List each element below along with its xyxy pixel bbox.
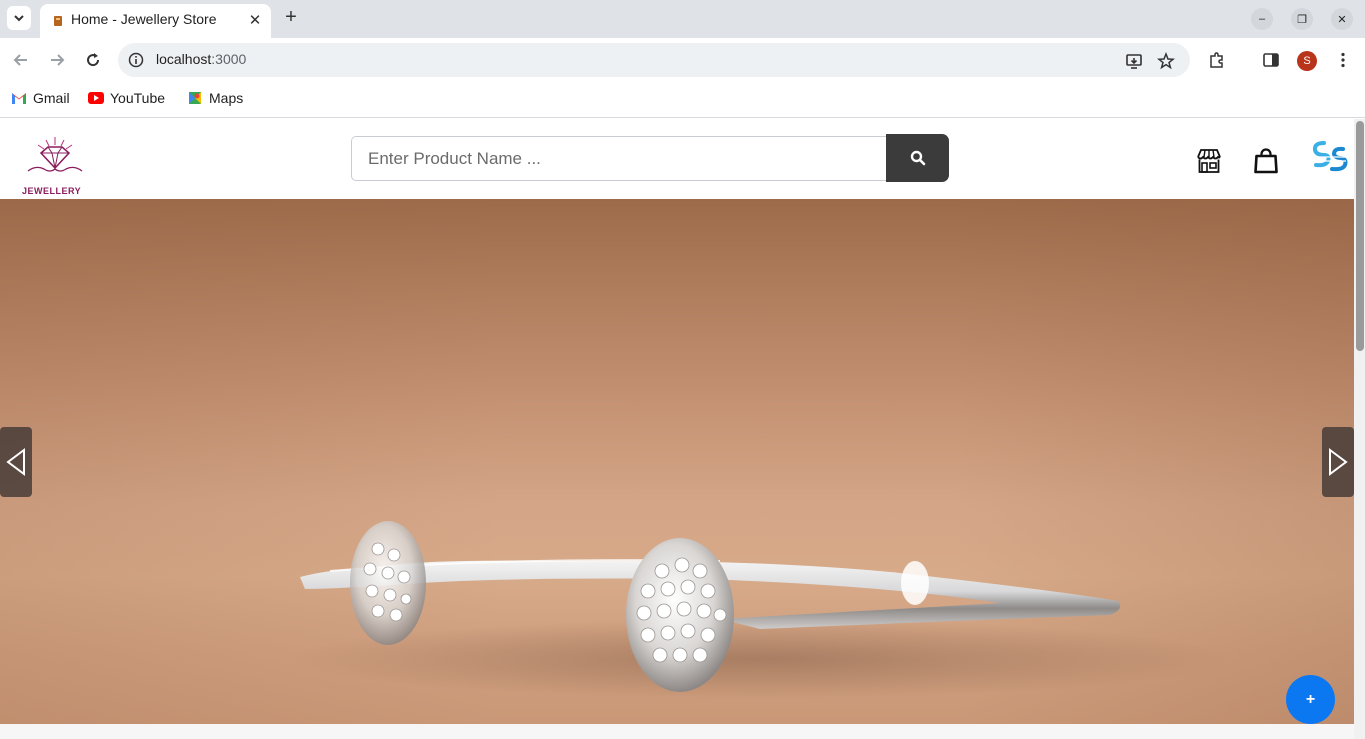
bookmark-maps[interactable]: Maps bbox=[187, 90, 243, 106]
reload-button[interactable] bbox=[83, 50, 103, 70]
diamond-logo-icon bbox=[27, 137, 83, 172]
logo-text: JEWELLERY bbox=[22, 186, 82, 196]
tab-title: Home - Jewellery Store bbox=[71, 11, 217, 27]
site-info-icon[interactable] bbox=[128, 52, 144, 68]
forward-button[interactable] bbox=[47, 50, 67, 70]
carousel-next-button[interactable] bbox=[1322, 427, 1354, 497]
install-app-button[interactable] bbox=[1125, 52, 1143, 70]
side-panel-icon bbox=[1263, 53, 1279, 67]
browser-tab[interactable]: Home - Jewellery Store ✕ bbox=[40, 4, 271, 38]
star-icon bbox=[1157, 52, 1175, 70]
page-below-hero bbox=[0, 724, 1354, 739]
chevron-right-icon bbox=[1329, 448, 1348, 476]
page-scrollbar[interactable] bbox=[1354, 119, 1365, 739]
close-window-button[interactable]: ✕ bbox=[1331, 8, 1353, 30]
search-button[interactable] bbox=[886, 134, 949, 182]
hero-carousel bbox=[0, 199, 1354, 724]
restore-button[interactable]: ❐ bbox=[1291, 8, 1313, 30]
extensions-button[interactable] bbox=[1207, 50, 1227, 70]
search-icon bbox=[910, 150, 925, 166]
profile-avatar[interactable]: S bbox=[1297, 51, 1317, 71]
url-text: localhost:3000 bbox=[156, 51, 246, 67]
arrow-right-icon bbox=[51, 54, 65, 66]
tab-close-button[interactable]: ✕ bbox=[246, 11, 264, 29]
minimize-button[interactable]: – bbox=[1251, 8, 1273, 30]
install-app-icon bbox=[1126, 54, 1142, 69]
brand-logo-icon[interactable] bbox=[1310, 139, 1350, 175]
browser-tab-bar: Home - Jewellery Store ✕ + – ❐ ✕ bbox=[0, 0, 1365, 38]
scrollbar-thumb[interactable] bbox=[1356, 121, 1364, 351]
bookmark-label: Maps bbox=[209, 90, 244, 106]
more-vertical-icon bbox=[1341, 52, 1345, 68]
address-bar[interactable]: localhost:3000 bbox=[118, 43, 1190, 77]
gmail-icon bbox=[12, 93, 26, 104]
chevron-left-icon bbox=[6, 448, 25, 476]
product-search-input[interactable] bbox=[351, 136, 889, 181]
tab-list-button[interactable] bbox=[7, 6, 31, 30]
puzzle-icon bbox=[1210, 52, 1223, 68]
site-header: JEWELLERY bbox=[0, 119, 1354, 199]
store-logo[interactable]: JEWELLERY bbox=[8, 135, 102, 199]
side-panel-button[interactable] bbox=[1261, 50, 1281, 70]
bookmark-gmail[interactable]: Gmail bbox=[11, 90, 70, 106]
chevron-down-icon bbox=[14, 15, 24, 22]
arrow-left-icon bbox=[13, 54, 27, 66]
carousel-prev-button[interactable] bbox=[0, 427, 32, 497]
browser-menu-button[interactable] bbox=[1333, 50, 1353, 70]
cart-button[interactable] bbox=[1252, 147, 1280, 175]
shopping-bag-icon bbox=[1254, 148, 1278, 174]
store-icon bbox=[1197, 149, 1221, 173]
youtube-icon bbox=[88, 92, 104, 104]
store-button[interactable] bbox=[1195, 147, 1223, 175]
favicon-icon bbox=[54, 16, 62, 26]
browser-toolbar: localhost:3000 bbox=[0, 38, 1365, 82]
bookmarks-bar: Gmail YouTube Maps bbox=[0, 82, 1365, 118]
page-content: JEWELLERY Enter Product Name ... + bbox=[0, 119, 1354, 739]
reload-icon bbox=[87, 53, 100, 67]
back-button[interactable] bbox=[11, 50, 31, 70]
bookmark-label: YouTube bbox=[110, 90, 166, 106]
bookmark-star-button[interactable] bbox=[1157, 52, 1175, 70]
new-tab-button[interactable]: + bbox=[281, 6, 301, 28]
bracelet-image bbox=[290, 521, 1230, 699]
url-host: localhost bbox=[156, 51, 212, 67]
bookmark-youtube[interactable]: YouTube bbox=[88, 90, 165, 106]
maps-icon bbox=[189, 92, 201, 104]
bookmark-label: Gmail bbox=[33, 90, 70, 106]
floating-add-button[interactable]: + bbox=[1286, 675, 1335, 724]
url-port: :3000 bbox=[211, 51, 247, 67]
